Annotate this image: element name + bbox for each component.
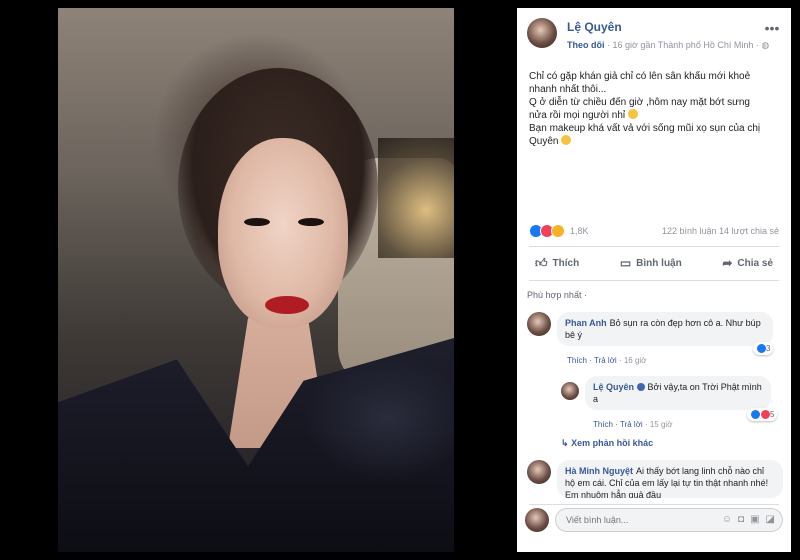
- gif-icon[interactable]: ▣: [750, 514, 759, 525]
- post-meta-text: · 16 giờ gần Thành phố Hồ Chí Minh ·: [607, 40, 759, 50]
- heart-eyes-emoji-icon: [561, 135, 572, 145]
- reply-arrow-icon: ↳: [561, 438, 569, 448]
- comment-actions: Thích · Trả lời · 16 giờ: [567, 356, 647, 365]
- post-text-line: Bạn makeup khá vất vả với sống mũi xọ sụ…: [529, 123, 761, 134]
- commenter-name[interactable]: Lệ Quyên: [593, 382, 634, 392]
- post-meta: Theo dõi · 16 giờ gần Thành phố Hồ Chí M…: [567, 40, 769, 51]
- divider: [529, 246, 779, 247]
- photo-right-eye: [298, 218, 324, 226]
- commenter-avatar[interactable]: [527, 312, 551, 336]
- reaction-count: 1,8K: [570, 226, 589, 236]
- follow-link[interactable]: Theo dõi: [567, 40, 605, 50]
- post-photo[interactable]: [58, 8, 454, 552]
- post-header: Lệ Quyên Theo dõi · 16 giờ gần Thành phố…: [527, 18, 781, 58]
- verified-badge-icon: [637, 383, 646, 391]
- shares-count[interactable]: 14 lượt chia sẻ: [719, 226, 779, 236]
- view-more-replies-label: Xem phản hồi khác: [571, 438, 654, 448]
- comment-like-link[interactable]: Thích: [593, 420, 613, 429]
- comment-actions: Thích · Trả lời · 15 giờ: [593, 420, 673, 429]
- post-text-line: Q ở diễn từ chiều đến giờ ,hôm nay mặt b…: [529, 97, 750, 108]
- share-button[interactable]: ➦ Chia sẻ: [716, 256, 779, 270]
- post-stats: 1,8K 122 bình luận 14 lượt chia sẻ: [529, 224, 779, 240]
- comment-reactions[interactable]: 3: [753, 342, 774, 355]
- share-icon: ➦: [722, 256, 733, 270]
- emoji-icon[interactable]: ☺: [722, 514, 732, 525]
- comment-time: · 15 giờ: [644, 420, 673, 429]
- camera-icon[interactable]: ◘: [738, 514, 744, 525]
- comment-bubble: Lệ Quyên Bởi vậy,ta on Trời Phật mình a: [585, 376, 771, 410]
- comment-reply-link[interactable]: Trả lời: [620, 420, 643, 429]
- divider: [529, 504, 779, 505]
- photo-lips: [265, 296, 309, 314]
- globe-icon: ◍: [761, 40, 770, 50]
- post-text-line: nửa rồi mọi người nhỉ: [529, 110, 626, 121]
- comment-time: · 16 giờ: [618, 356, 647, 365]
- car-window-backdrop: [378, 138, 454, 258]
- thumbs-up-icon: 👍︎: [535, 255, 548, 270]
- comment-like-link[interactable]: Thích: [567, 356, 587, 365]
- reaction-summary[interactable]: 1,8K: [529, 224, 589, 238]
- comment-sort-dropdown[interactable]: Phù hợp nhất ·: [527, 290, 587, 300]
- comment-react-count: 5: [770, 410, 775, 419]
- comment-item: Phan Anh Bỏ sụn ra còn đẹp hơn cô a. Như …: [527, 312, 781, 368]
- commenter-name[interactable]: Phan Anh: [565, 318, 607, 328]
- more-horizontal-icon[interactable]: •••: [763, 20, 781, 36]
- post-actions: 👍︎ Thích ▭ Bình luận ➦ Chia sẻ: [529, 250, 779, 276]
- comment-reactions[interactable]: 5: [747, 408, 778, 421]
- haha-reaction-icon: [551, 224, 565, 238]
- commenter-avatar[interactable]: [561, 382, 579, 400]
- comment-reply-link[interactable]: Trả lời: [594, 356, 617, 365]
- comment-bubble: Phan Anh Bỏ sụn ra còn đẹp hơn cô a. Như …: [557, 312, 773, 346]
- comment-item: Hà Minh Nguyệt Ai thấy bớt lang linh chỗ …: [527, 460, 783, 508]
- stats-right: 122 bình luận 14 lượt chia sẻ: [662, 226, 779, 236]
- comment-icon: ▭: [619, 256, 632, 270]
- author-avatar[interactable]: [527, 18, 557, 48]
- comment-composer: ☺ ◘ ▣ ◪: [525, 508, 783, 534]
- comment-bubble: Hà Minh Nguyệt Ai thấy bớt lang linh chỗ …: [557, 460, 783, 498]
- like-button[interactable]: 👍︎ Thích: [529, 256, 585, 271]
- reply-item: Lệ Quyên Bởi vậy,ta on Trời Phật mình a …: [561, 376, 781, 432]
- author-name[interactable]: Lệ Quyên: [567, 20, 622, 34]
- post-text-line: nhanh nhất thôi...: [529, 84, 607, 95]
- divider: [529, 280, 779, 281]
- composer-icons: ☺ ◘ ▣ ◪: [722, 514, 775, 525]
- like-label: Thích: [552, 257, 580, 269]
- smile-emoji-icon: [627, 109, 638, 119]
- post-text-line: Quyên: [529, 136, 559, 147]
- commenter-avatar[interactable]: [527, 460, 551, 484]
- view-more-replies-link[interactable]: ↳ Xem phản hồi khác: [561, 438, 653, 449]
- comments-count[interactable]: 122 bình luận: [662, 226, 717, 236]
- current-user-avatar: [525, 508, 549, 532]
- comment-button[interactable]: ▭ Bình luận: [614, 256, 688, 270]
- comment-react-count: 3: [766, 344, 771, 353]
- share-label: Chia sẻ: [737, 257, 773, 269]
- photo-left-eye: [244, 218, 270, 226]
- sticker-icon[interactable]: ◪: [766, 514, 775, 525]
- post-text: Chỉ có gặp khán giả chỉ có lên sân khấu …: [529, 70, 779, 148]
- comment-label: Bình luận: [636, 257, 682, 269]
- post-sidebar: Lệ Quyên Theo dõi · 16 giờ gần Thành phố…: [517, 8, 791, 552]
- post-text-line: Chỉ có gặp khán giả chỉ có lên sân khấu …: [529, 71, 751, 82]
- commenter-name[interactable]: Hà Minh Nguyệt: [565, 466, 633, 476]
